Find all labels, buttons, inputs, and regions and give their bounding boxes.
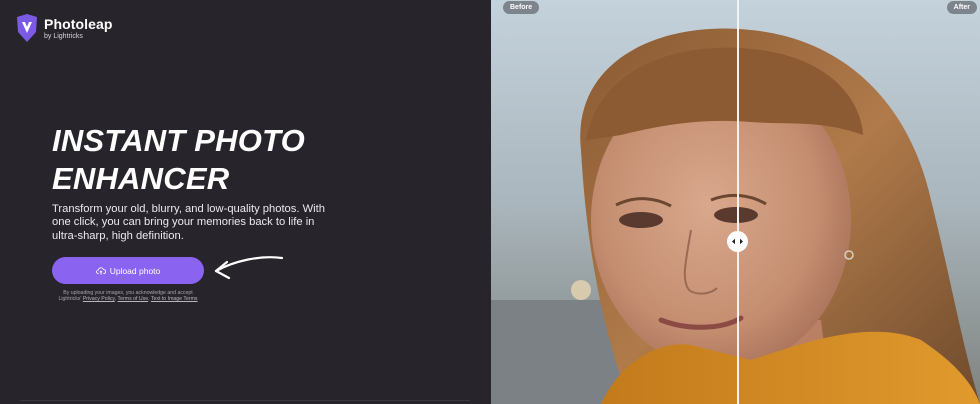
title-line-1: INSTANT PHOTO	[52, 123, 305, 158]
privacy-policy-link[interactable]: Privacy Policy	[83, 296, 115, 302]
left-right-arrows-icon	[732, 238, 743, 245]
before-label: Before	[503, 1, 540, 14]
page-title: INSTANT PHOTO ENHANCER	[52, 122, 352, 198]
before-after-comparison[interactable]: Before After	[491, 0, 980, 404]
title-line-2: ENHANCER	[52, 161, 230, 196]
after-label: After	[946, 1, 977, 14]
portrait-photo	[491, 0, 980, 404]
hero-description: Transform your old, blurry, and low-qual…	[52, 203, 325, 242]
comparison-slider-handle[interactable]	[727, 231, 748, 252]
comparison-divider[interactable]	[737, 0, 739, 404]
photoleap-logo-icon	[17, 14, 37, 42]
brand-logo[interactable]: Photoleap by Lightricks	[14, 13, 113, 43]
left-panel: Photoleap by Lightricks INSTANT PHOTO EN…	[0, 0, 491, 404]
upload-photo-label: Upload photo	[109, 265, 161, 276]
brand-tagline: by Lightricks	[44, 32, 83, 40]
upload-cloud-icon	[95, 266, 106, 275]
upload-disclaimer: By uploading your images, you acknowledg…	[58, 290, 198, 303]
terms-of-use-link[interactable]: Terms of Use	[118, 296, 149, 302]
divider	[20, 400, 470, 401]
brand-name: Photoleap	[44, 15, 113, 32]
pointer-arrow-icon	[214, 256, 284, 280]
upload-photo-button[interactable]: Upload photo	[52, 257, 204, 284]
text-to-image-terms-link[interactable]: Text to Image Terms	[151, 296, 198, 302]
